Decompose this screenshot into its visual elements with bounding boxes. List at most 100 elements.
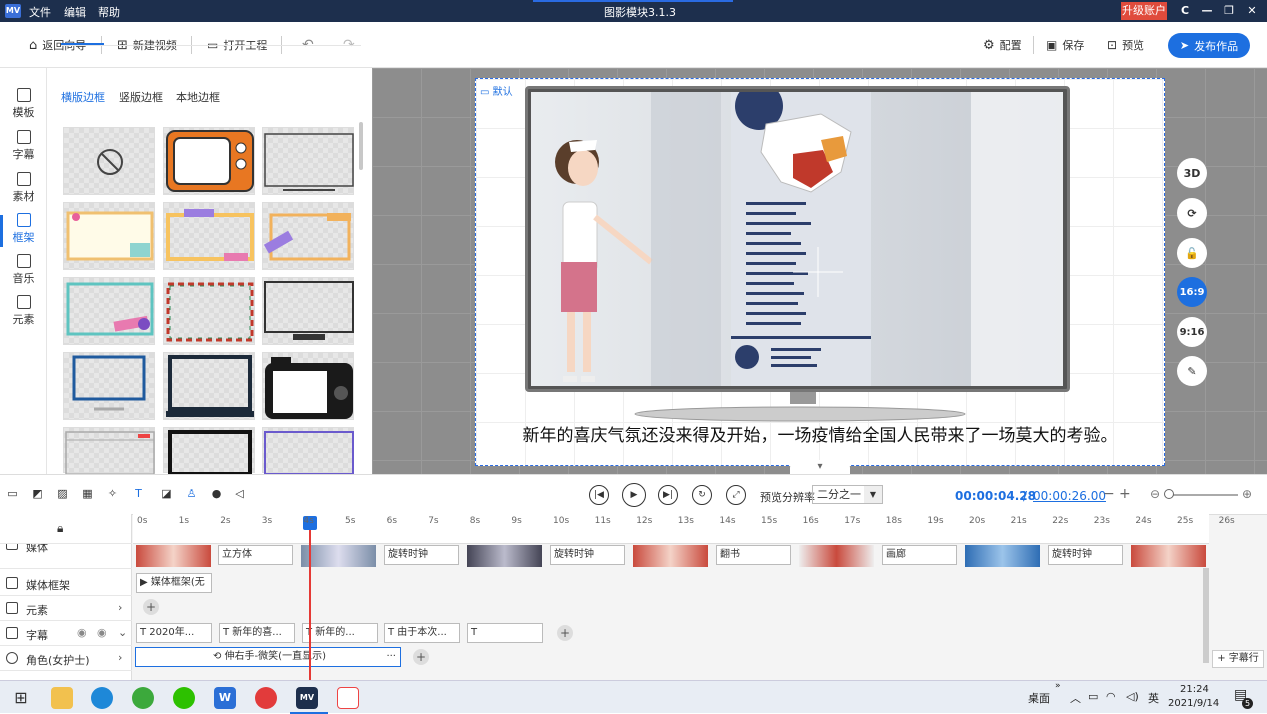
rotate-button[interactable]: ⟳ xyxy=(1177,198,1207,228)
wechat-icon[interactable] xyxy=(173,687,195,709)
upgrade-button[interactable]: 升级账户 xyxy=(1121,2,1167,20)
track-media[interactable]: 媒体 xyxy=(0,544,132,569)
desktop-label[interactable]: 桌面 xyxy=(1028,690,1050,706)
eye-icon[interactable]: ◉ xyxy=(77,626,87,639)
panel-scrollbar[interactable] xyxy=(359,122,363,170)
publish-button[interactable]: ➤ 发布作品 xyxy=(1168,33,1250,58)
media-clip-thumb[interactable] xyxy=(136,545,211,567)
subtitle-clip[interactable]: T xyxy=(467,623,543,643)
frame-thumb[interactable] xyxy=(262,277,354,345)
add-element-button[interactable]: + xyxy=(143,599,159,615)
media-transition[interactable]: 旋转时钟 xyxy=(550,545,625,565)
media-tool-icon[interactable]: ▭ xyxy=(6,487,19,500)
media-transition[interactable]: 旋转时钟 xyxy=(384,545,459,565)
media-clip-thumb[interactable] xyxy=(965,545,1040,567)
preview-button[interactable]: ⊡ 预览 xyxy=(1107,36,1144,54)
text-tool-icon[interactable]: T xyxy=(132,487,145,500)
media-transition[interactable]: 画廊 xyxy=(882,545,957,565)
subtitle-clip[interactable]: T 由于本次... xyxy=(384,623,460,643)
track-media-frame[interactable]: 媒体框架 xyxy=(0,571,132,596)
frame-thumb[interactable] xyxy=(63,277,155,345)
media-clip-thumb[interactable] xyxy=(301,545,376,567)
save-button[interactable]: ▣ 保存 xyxy=(1046,36,1084,54)
media-transition[interactable]: 旋转时钟 xyxy=(1048,545,1123,565)
edge-icon[interactable] xyxy=(91,687,113,709)
media-clip-thumb[interactable] xyxy=(633,545,708,567)
app-mv-icon[interactable]: MV xyxy=(296,687,318,709)
nav-elements[interactable]: 元素 xyxy=(0,295,47,335)
total-time[interactable]: 00:00:26.00 xyxy=(1033,489,1106,503)
replay-button[interactable]: ↻ xyxy=(692,485,712,505)
timeline-minus-button[interactable]: − xyxy=(1103,486,1115,502)
frame-thumb[interactable] xyxy=(163,127,255,195)
expand-icon[interactable]: » xyxy=(1055,681,1061,691)
config-button[interactable]: ⚙ 配置 xyxy=(983,36,1022,54)
timeline-plus-button[interactable]: + xyxy=(1119,486,1131,502)
timeline-ruler[interactable] xyxy=(133,514,1209,544)
prev-button[interactable]: |◀ xyxy=(589,485,609,505)
filter-tool-icon[interactable]: ▦ xyxy=(81,487,94,500)
chevron-up-icon[interactable]: ︿ xyxy=(1070,690,1081,706)
nav-material[interactable]: 素材 xyxy=(0,172,47,212)
subtitle-clip[interactable]: T 2020年... xyxy=(136,623,212,643)
frame-thumb[interactable] xyxy=(63,202,155,270)
zoom-in-icon[interactable]: ⊕ xyxy=(1242,487,1252,501)
lock-icon[interactable]: 🔒︎ xyxy=(57,521,63,536)
zoom-slider[interactable] xyxy=(1170,494,1238,496)
media-transition[interactable]: 翻书 xyxy=(716,545,791,565)
chevron-right-icon[interactable]: › xyxy=(118,651,122,664)
frame-thumb[interactable] xyxy=(163,352,255,420)
ratio-9-16-button[interactable]: 9:16 xyxy=(1177,317,1207,347)
ie-icon[interactable] xyxy=(132,687,154,709)
stage-subtitle[interactable]: 新年的喜庆气氛还没来得及开始，一场疫情给全国人民带来了一场莫大的考验。 xyxy=(476,421,1164,446)
nav-music[interactable]: 音乐 xyxy=(0,254,47,294)
pinned-app-icon[interactable] xyxy=(337,687,359,709)
frame-thumb[interactable] xyxy=(63,352,155,420)
frame-thumb[interactable] xyxy=(262,352,354,420)
chevron-down-icon[interactable]: ⌄ xyxy=(118,626,127,639)
edit-button[interactable]: ✎ xyxy=(1177,356,1207,386)
tab-vertical-frames[interactable]: 竖版边框 xyxy=(119,89,163,105)
frame-thumb[interactable] xyxy=(163,427,255,476)
3d-button[interactable]: 3D xyxy=(1177,158,1207,188)
tab-horizontal-frames[interactable]: 横版边框 xyxy=(61,89,105,105)
volume-tool-icon[interactable]: ◁ xyxy=(233,487,246,500)
wifi-icon[interactable]: ◠ xyxy=(1106,690,1116,703)
sticker-tool-icon[interactable]: ◪ xyxy=(160,487,173,500)
menu-help[interactable]: 帮助 xyxy=(98,4,120,20)
frame-thumb[interactable] xyxy=(262,127,354,195)
lock-button[interactable]: 🔓 xyxy=(1177,238,1207,268)
frame-thumb[interactable] xyxy=(63,427,155,475)
add-role-action-button[interactable]: + xyxy=(413,649,429,665)
subtitle-clip[interactable]: T 新年的... xyxy=(302,623,378,643)
nav-caption[interactable]: 字幕 xyxy=(0,130,47,170)
ime-label[interactable]: 英 xyxy=(1148,690,1159,706)
next-button[interactable]: ▶| xyxy=(658,485,678,505)
media-frame-clip[interactable]: ▶ 媒体框架(无 xyxy=(136,573,212,593)
frame-thumb-none[interactable] xyxy=(63,127,155,195)
clock-date[interactable]: 2021/9/14 xyxy=(1168,698,1219,709)
playhead[interactable] xyxy=(309,516,311,680)
c-button[interactable]: C xyxy=(1176,3,1194,19)
add-subtitle-row-button[interactable]: + 字幕行 xyxy=(1212,650,1264,668)
role-clip[interactable]: ⟲ 伸右手-微笑(一直显示) ··· xyxy=(135,647,401,667)
media-clip-thumb[interactable] xyxy=(799,545,874,567)
track-role[interactable]: 角色(女护士) › xyxy=(0,646,132,671)
timeline-scrollbar[interactable] xyxy=(1203,568,1209,663)
zoom-slider-knob[interactable] xyxy=(1164,489,1174,499)
media-transition[interactable]: 立方体 xyxy=(218,545,293,565)
netease-music-icon[interactable] xyxy=(255,687,277,709)
ratio-16-9-button[interactable]: 16:9 xyxy=(1177,277,1207,307)
zoom-out-icon[interactable]: ⊖ xyxy=(1150,487,1160,501)
volume-icon[interactable]: ◁) xyxy=(1126,690,1139,703)
crop-tool-icon[interactable]: ◩ xyxy=(31,487,44,500)
maximize-button[interactable]: ❐ xyxy=(1220,3,1238,19)
media-clip-thumb[interactable] xyxy=(1131,545,1206,567)
menu-file[interactable]: 文件 xyxy=(29,4,51,20)
nav-template[interactable]: 模板 xyxy=(0,88,47,128)
subtitle-clip[interactable]: T 新年的喜... xyxy=(219,623,295,643)
track-subtitle[interactable]: 字幕 ◉ ◉ ⌄ xyxy=(0,621,132,646)
file-explorer-icon[interactable] xyxy=(51,687,73,709)
more-icon[interactable]: ··· xyxy=(386,648,396,666)
menu-edit[interactable]: 编辑 xyxy=(64,4,86,20)
